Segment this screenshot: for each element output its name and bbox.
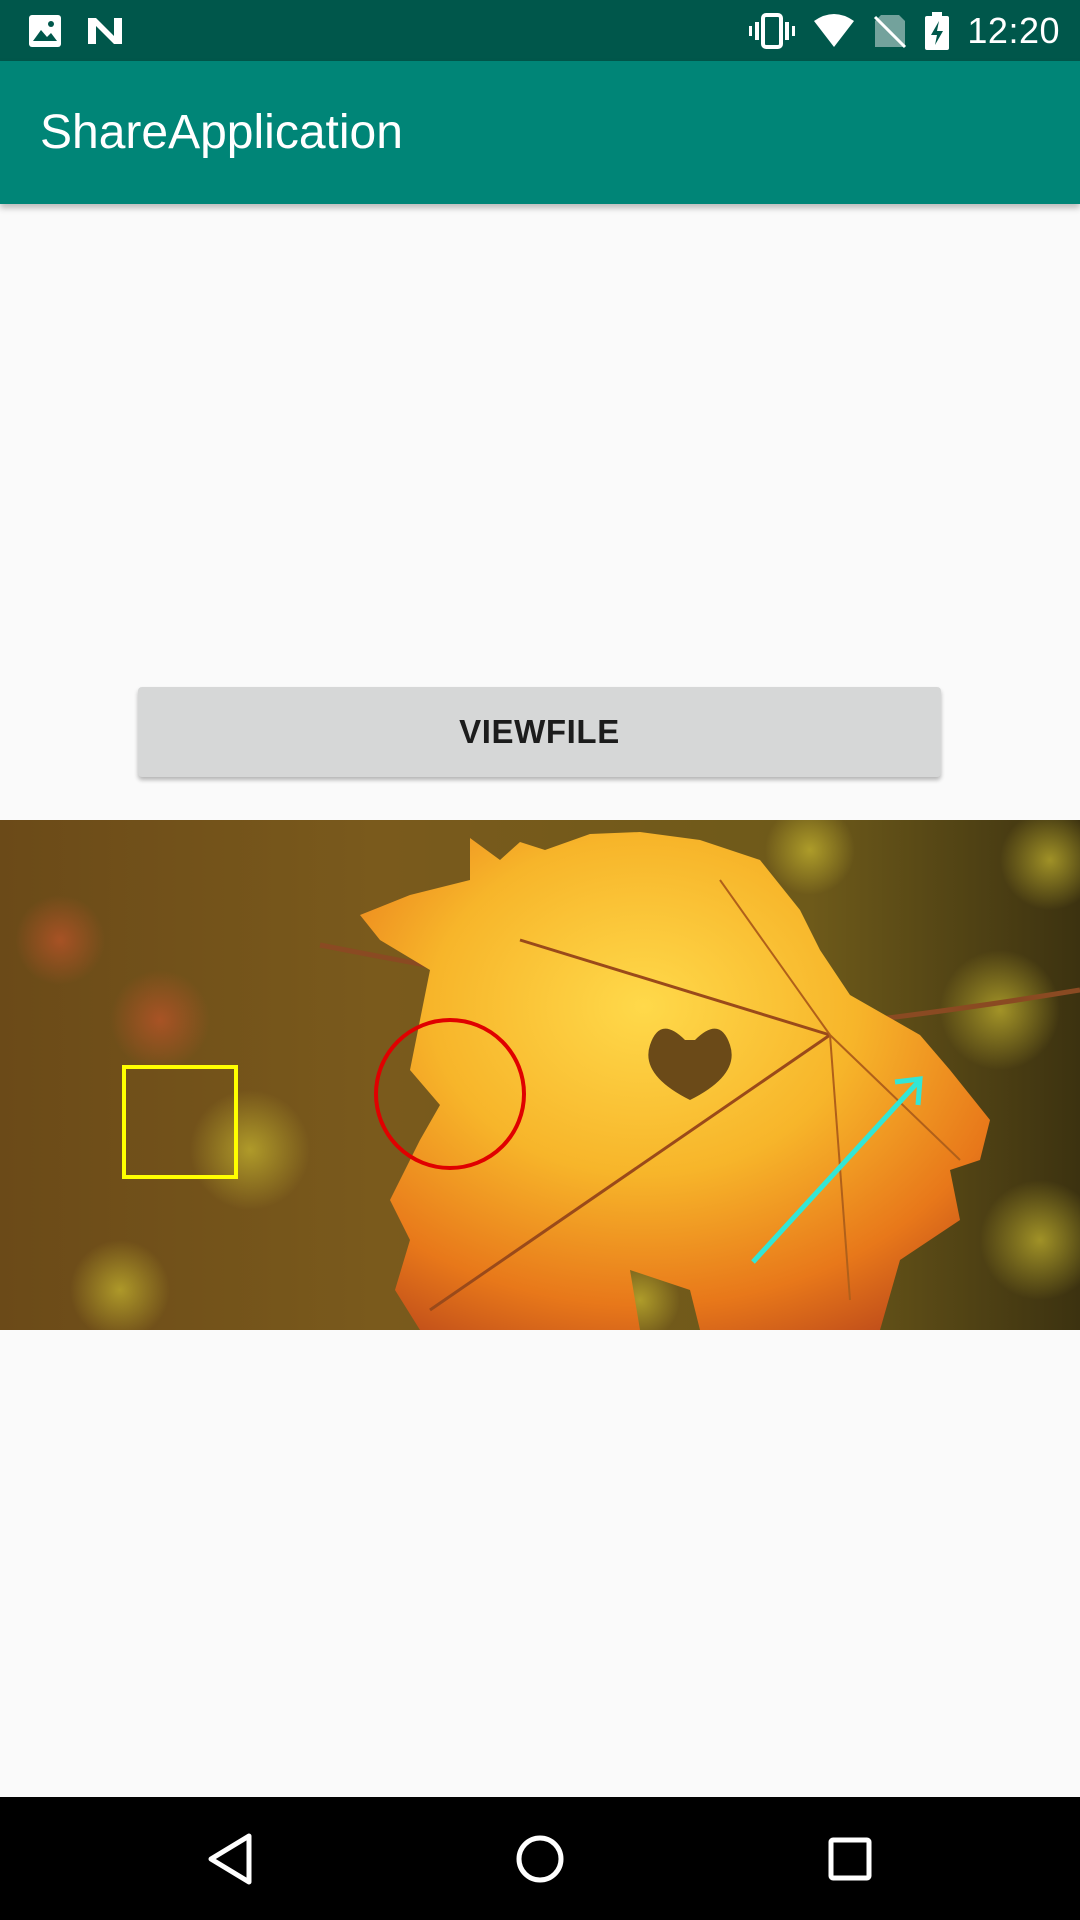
navigation-bar	[0, 1797, 1080, 1920]
app-title: ShareApplication	[40, 106, 403, 159]
app-bar: ShareApplication	[0, 61, 1080, 204]
viewfile-button[interactable]: VIEWFILE	[138, 687, 941, 777]
vibrate-icon	[749, 12, 796, 49]
recents-button[interactable]	[790, 1797, 910, 1920]
battery-charging-icon	[925, 11, 950, 50]
image-notification-icon	[28, 14, 62, 48]
status-time: 12:20	[967, 9, 1060, 51]
back-button[interactable]	[170, 1797, 290, 1920]
status-left-icons	[28, 12, 124, 49]
wifi-icon	[813, 13, 855, 49]
status-right-icons: 12:20	[749, 0, 1060, 61]
home-button[interactable]	[480, 1797, 600, 1920]
home-icon	[516, 1835, 564, 1882]
status-bar: 12:20	[0, 0, 1080, 61]
leaf-image	[0, 820, 1080, 1330]
no-sim-icon	[873, 13, 907, 49]
leaf-photo	[0, 820, 1080, 1330]
recents-icon	[828, 1837, 872, 1880]
n-notification-icon	[86, 14, 124, 48]
back-icon	[208, 1833, 252, 1884]
